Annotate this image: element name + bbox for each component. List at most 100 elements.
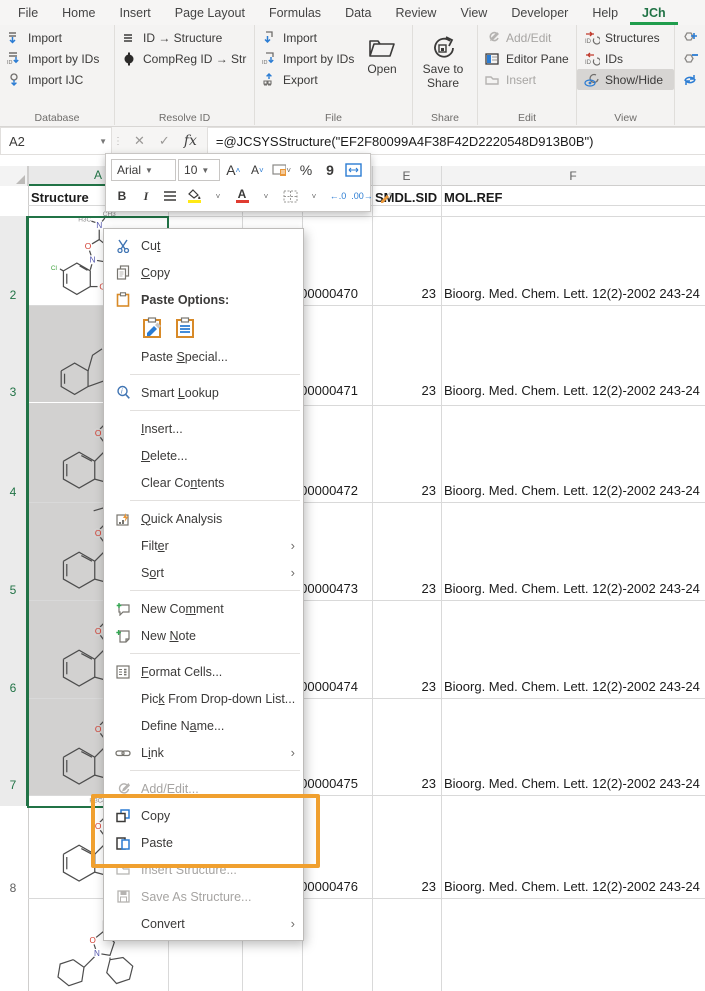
name-box[interactable]: A2 ▼ xyxy=(0,127,112,155)
cancel-button[interactable]: ✕ xyxy=(134,133,145,149)
menu-item-jchem-paste[interactable]: Paste xyxy=(104,829,303,856)
font-size-select[interactable]: 10▼ xyxy=(178,159,220,181)
menu-item-pick-from-dropdown-list[interactable]: Pick From Drop-down List... xyxy=(104,685,303,712)
bold-button[interactable]: B xyxy=(111,185,133,207)
merge-center-button[interactable] xyxy=(343,159,365,181)
menu-item-delete[interactable]: Delete... xyxy=(104,442,303,469)
cell-e9[interactable] xyxy=(372,898,441,990)
cell-f5[interactable]: Bioorg. Med. Chem. Lett. 12(2)-2002 243-… xyxy=(441,502,705,599)
editor-pane-button[interactable]: Editor Pane xyxy=(478,48,576,69)
tab-file[interactable]: File xyxy=(6,2,50,25)
row-header-3[interactable]: 3 xyxy=(0,305,26,402)
paste-keep-formatting-icon[interactable] xyxy=(141,316,165,340)
formula-bar-splitter[interactable]: ⋮ xyxy=(112,127,124,155)
row-header-5[interactable]: 5 xyxy=(0,502,26,600)
cell-d4[interactable]: -00000472 xyxy=(302,402,372,501)
format-painter-button[interactable] xyxy=(375,185,397,207)
tab-formulas[interactable]: Formulas xyxy=(257,2,333,25)
format-as-table-button[interactable]: ˅ xyxy=(270,159,293,181)
import-by-ids-file-button[interactable]: ID Import by IDs xyxy=(255,48,355,69)
ids-button[interactable]: ID IDs xyxy=(577,48,674,69)
font-color-button[interactable]: A xyxy=(231,185,253,207)
refresh-structures-button[interactable] xyxy=(675,69,705,90)
cell-e2[interactable]: 23 xyxy=(372,205,441,304)
add-structure-button[interactable] xyxy=(675,27,705,48)
menu-item-smart-lookup[interactable]: iSmart Lookup xyxy=(104,379,303,406)
import-ijc-button[interactable]: Import IJC xyxy=(0,69,114,90)
tab-review[interactable]: Review xyxy=(383,2,448,25)
increase-decimal-button[interactable]: ←.0 xyxy=(327,185,349,207)
menu-item-format-cells[interactable]: Format Cells... xyxy=(104,658,303,685)
menu-item-add-edit[interactable]: Add/Edit... xyxy=(104,775,303,802)
menu-item-convert[interactable]: Convert› xyxy=(104,910,303,937)
cell-e8[interactable]: 23 xyxy=(372,795,441,897)
remove-structure-button[interactable] xyxy=(675,48,705,69)
cell-f1[interactable]: MOL.REF xyxy=(441,186,705,205)
add-edit-button[interactable]: Add/Edit xyxy=(478,27,576,48)
column-header-e[interactable]: E xyxy=(372,166,441,186)
cell-d2[interactable]: -00000470 xyxy=(302,205,372,304)
paste-values-icon[interactable] xyxy=(173,316,197,340)
menu-item-link[interactable]: Link› xyxy=(104,739,303,766)
borders-button[interactable] xyxy=(279,185,301,207)
row-header-6[interactable]: 6 xyxy=(0,600,26,698)
menu-item-filter[interactable]: Filter› xyxy=(104,532,303,559)
import-database-button[interactable]: Import xyxy=(0,27,114,48)
grow-font-button[interactable]: A˄ xyxy=(222,159,244,181)
menu-item-insert-structure[interactable]: Insert Structure... xyxy=(104,856,303,883)
menu-item-quick-analysis[interactable]: Quick Analysis xyxy=(104,505,303,532)
comma-style-button[interactable]: 9 xyxy=(319,159,341,181)
cell-d8[interactable]: -00000476 xyxy=(302,795,372,897)
cell-e7[interactable]: 23 xyxy=(372,698,441,794)
cell-f6[interactable]: Bioorg. Med. Chem. Lett. 12(2)-2002 243-… xyxy=(441,600,705,697)
cell-e4[interactable]: 23 xyxy=(372,402,441,501)
cell-f9[interactable] xyxy=(441,898,705,990)
cell-f4[interactable]: Bioorg. Med. Chem. Lett. 12(2)-2002 243-… xyxy=(441,402,705,501)
tab-view[interactable]: View xyxy=(448,2,499,25)
cell-f7[interactable]: Bioorg. Med. Chem. Lett. 12(2)-2002 243-… xyxy=(441,698,705,794)
menu-item-jchem-copy[interactable]: Copy xyxy=(104,802,303,829)
menu-item-paste-special[interactable]: Paste Special... xyxy=(104,343,303,370)
save-to-share-button[interactable]: Save to Share xyxy=(413,27,473,91)
menu-item-new-comment[interactable]: New Comment xyxy=(104,595,303,622)
row-header-9[interactable] xyxy=(0,898,26,991)
menu-item-copy[interactable]: Copy xyxy=(104,259,303,286)
menu-item-new-note[interactable]: New Note xyxy=(104,622,303,649)
shrink-font-button[interactable]: A˅ xyxy=(246,159,268,181)
cell-d6[interactable]: -00000474 xyxy=(302,600,372,697)
fill-color-button[interactable] xyxy=(183,185,205,207)
show-hide-button[interactable]: Show/Hide xyxy=(577,69,674,90)
menu-item-save-as-structure[interactable]: Save As Structure... xyxy=(104,883,303,910)
menu-item-sort[interactable]: Sort› xyxy=(104,559,303,586)
tab-data[interactable]: Data xyxy=(333,2,383,25)
tab-developer[interactable]: Developer xyxy=(499,2,580,25)
column-header-f[interactable]: F xyxy=(441,166,705,186)
structures-button[interactable]: ID Structures xyxy=(577,27,674,48)
cell-d7[interactable]: -00000475 xyxy=(302,698,372,794)
cell-d5[interactable]: -00000473 xyxy=(302,502,372,599)
cell-e5[interactable]: 23 xyxy=(372,502,441,599)
select-all-corner[interactable] xyxy=(0,166,28,186)
tab-jchem[interactable]: JCh xyxy=(630,2,678,25)
borders-lines-icon[interactable] xyxy=(159,185,181,207)
tab-home[interactable]: Home xyxy=(50,2,107,25)
compreg-id-to-str-button[interactable]: CompReg ID → Str xyxy=(115,48,254,69)
italic-button[interactable]: I xyxy=(135,185,157,207)
chevron-down-icon[interactable]: ˅ xyxy=(255,185,277,207)
row-header-8[interactable]: 8 xyxy=(0,795,26,898)
chevron-down-icon[interactable]: ˅ xyxy=(207,185,229,207)
menu-item-paste-options[interactable]: Paste Options: xyxy=(104,286,303,313)
id-to-structure-button[interactable]: ID → Structure xyxy=(115,27,254,48)
menu-item-cut[interactable]: Cut xyxy=(104,232,303,259)
menu-item-insert[interactable]: Insert... xyxy=(104,415,303,442)
cell-f2[interactable]: Bioorg. Med. Chem. Lett. 12(2)-2002 243-… xyxy=(441,205,705,304)
percent-style-button[interactable]: % xyxy=(295,159,317,181)
cell-d3[interactable]: -00000471 xyxy=(302,305,372,401)
decrease-decimal-button[interactable]: .00→ xyxy=(351,185,373,207)
export-button[interactable]: Export xyxy=(255,69,355,90)
cell-d9[interactable] xyxy=(302,898,372,990)
cell-f8[interactable]: Bioorg. Med. Chem. Lett. 12(2)-2002 243-… xyxy=(441,795,705,897)
import-by-ids-database-button[interactable]: ID Import by IDs xyxy=(0,48,114,69)
chevron-down-icon[interactable]: ˅ xyxy=(303,185,325,207)
font-name-select[interactable]: Arial▼ xyxy=(111,159,176,181)
